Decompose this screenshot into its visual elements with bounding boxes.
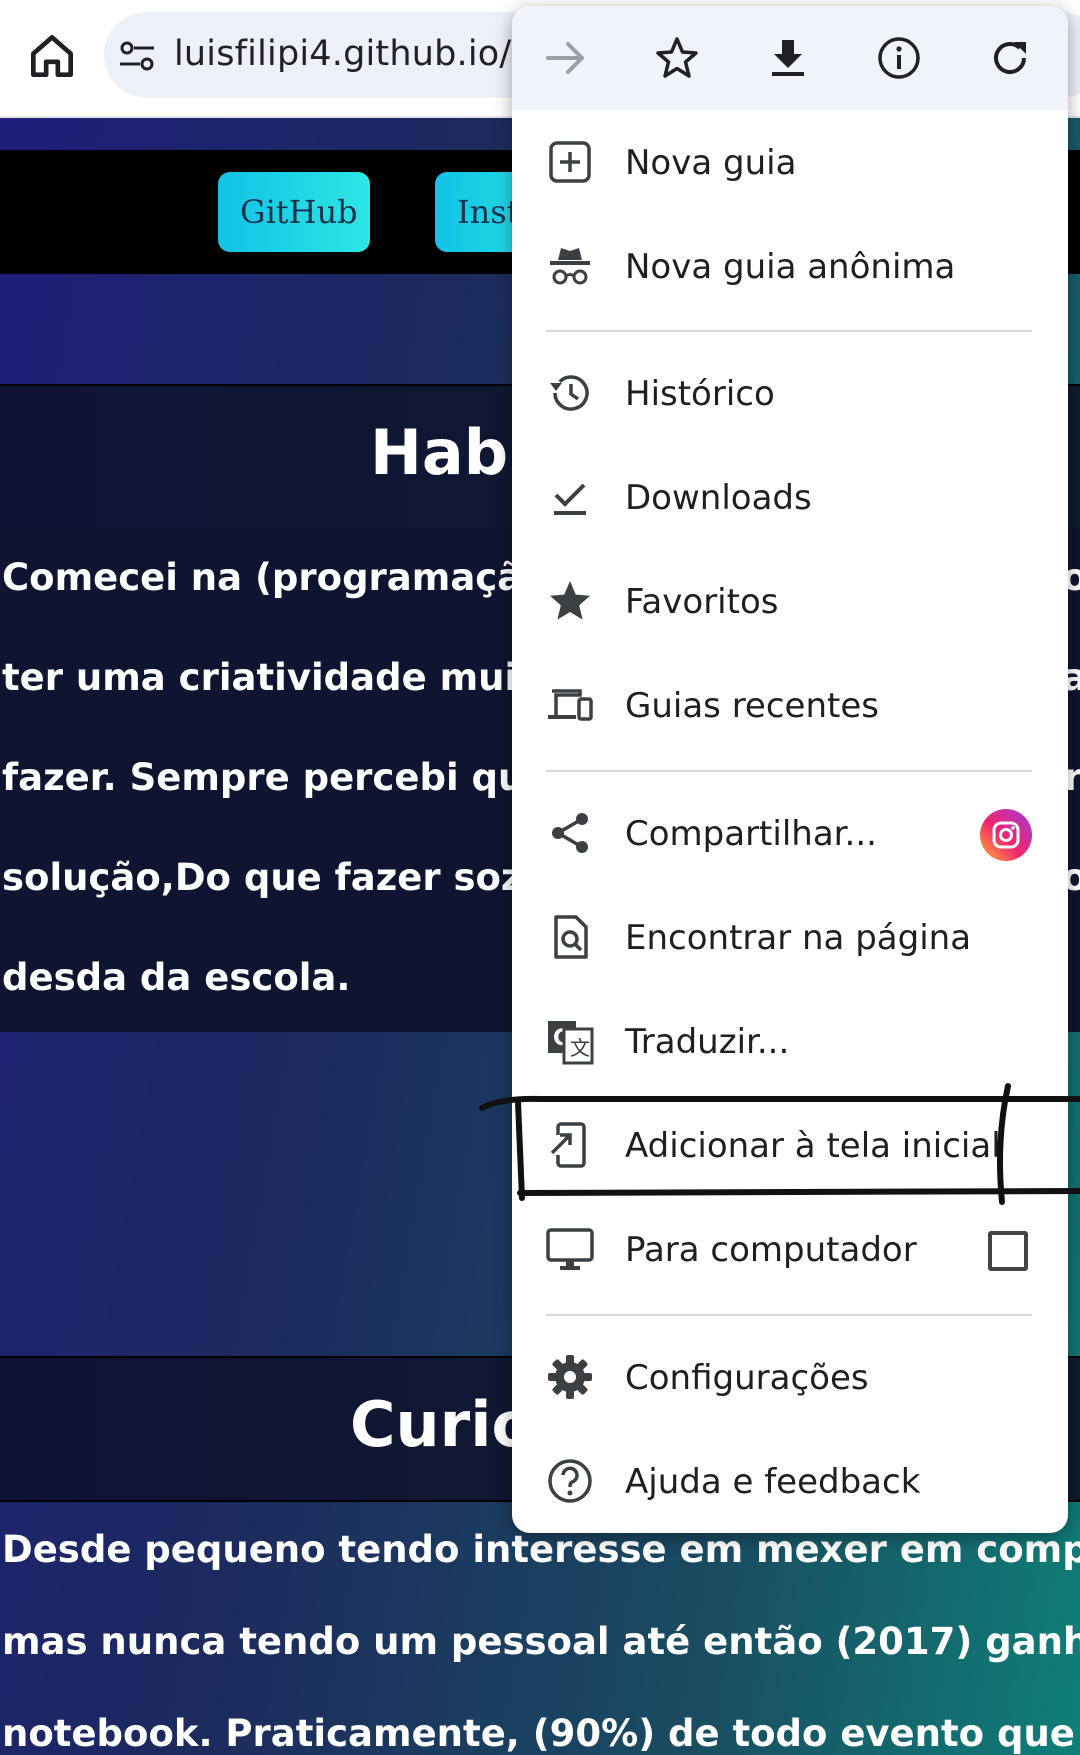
downloads-check-icon [546,473,594,521]
browser-overflow-menu: Nova guia Nova guia anônima Histórico Do… [512,6,1068,1533]
info-icon[interactable] [875,34,923,82]
menu-item-label: Guias recentes [625,686,879,726]
menu-divider [546,770,1032,772]
add-to-home-icon [546,1121,594,1169]
desktop-site-checkbox[interactable] [988,1231,1028,1271]
menu-item-label: Favoritos [625,582,779,622]
menu-item-share[interactable]: Compartilhar... [512,781,1068,885]
paragraph-line: ter uma criatividade muito b [2,656,600,699]
menu-action-toolbar [512,6,1068,110]
paragraph-line: fazer. Sempre percebi que t [2,756,580,799]
menu-item-label: Encontrar na página [625,918,972,958]
find-in-page-icon [546,913,594,961]
menu-item-label: Histórico [625,374,775,414]
desktop-icon [546,1225,594,1273]
menu-item-incognito-tab[interactable]: Nova guia anônima [512,214,1068,318]
menu-item-label: Ajuda e feedback [625,1462,921,1502]
menu-item-label: Nova guia [625,143,797,183]
devices-icon [546,681,594,729]
star-outline-icon[interactable] [653,34,701,82]
menu-item-downloads[interactable]: Downloads [512,445,1068,549]
paragraph-line: notebook. Praticamente, (90%) de todo ev… [2,1712,1080,1755]
menu-item-label: Compartilhar... [625,814,877,854]
translate-icon: G文 [546,1017,594,1065]
menu-item-label: Downloads [625,478,812,518]
paragraph-line: desda da escola. [2,956,351,999]
menu-divider [546,1314,1032,1316]
menu-item-translate[interactable]: G文 Traduzir... [512,989,1068,1093]
star-icon [546,577,594,625]
home-icon[interactable] [24,28,80,84]
menu-item-label: Nova guia anônima [625,247,956,287]
paragraph-line: solução,Do que fazer sozinh [2,856,588,899]
github-nav-button[interactable]: GitHub [218,172,370,252]
share-icon [546,809,594,857]
menu-item-settings[interactable]: Configurações [512,1325,1068,1429]
menu-item-label: Configurações [625,1358,869,1398]
menu-item-recent-tabs[interactable]: Guias recentes [512,653,1068,757]
paragraph-line: mas nunca tendo um pessoal até então (20… [2,1620,1080,1663]
url-text[interactable]: luisfilipi4.github.io/Pe [174,34,553,74]
history-icon [546,369,594,417]
download-icon[interactable] [764,34,812,82]
menu-divider [546,330,1032,332]
menu-item-label: Para computador [625,1230,917,1270]
instagram-icon[interactable] [980,809,1032,861]
menu-item-bookmarks[interactable]: Favoritos [512,549,1068,653]
help-icon [546,1457,594,1505]
settings-gear-icon [546,1353,594,1401]
menu-item-find-in-page[interactable]: Encontrar na página [512,885,1068,989]
paragraph-line: Comecei na (programação [2,556,548,599]
svg-text:文: 文 [570,1036,590,1060]
new-tab-icon [546,138,594,186]
menu-item-desktop-site[interactable]: Para computador [512,1197,1068,1301]
menu-item-add-to-home-screen[interactable]: Adicionar à tela inicial [512,1093,1068,1197]
menu-item-label: Adicionar à tela inicial [625,1126,1001,1166]
tune-icon[interactable] [118,40,156,72]
menu-item-label: Traduzir... [625,1022,790,1062]
menu-item-history[interactable]: Histórico [512,341,1068,445]
menu-item-new-tab[interactable]: Nova guia [512,110,1068,214]
menu-item-help-feedback[interactable]: Ajuda e feedback [512,1429,1068,1533]
reload-icon[interactable] [986,34,1034,82]
incognito-icon [546,242,594,290]
paragraph-line: Desde pequeno tendo interesse em mexer e… [2,1528,1080,1571]
arrow-forward-icon[interactable] [542,34,590,82]
curiosities-paragraph: Desde pequeno tendo interesse em mexer e… [0,1500,1080,1755]
